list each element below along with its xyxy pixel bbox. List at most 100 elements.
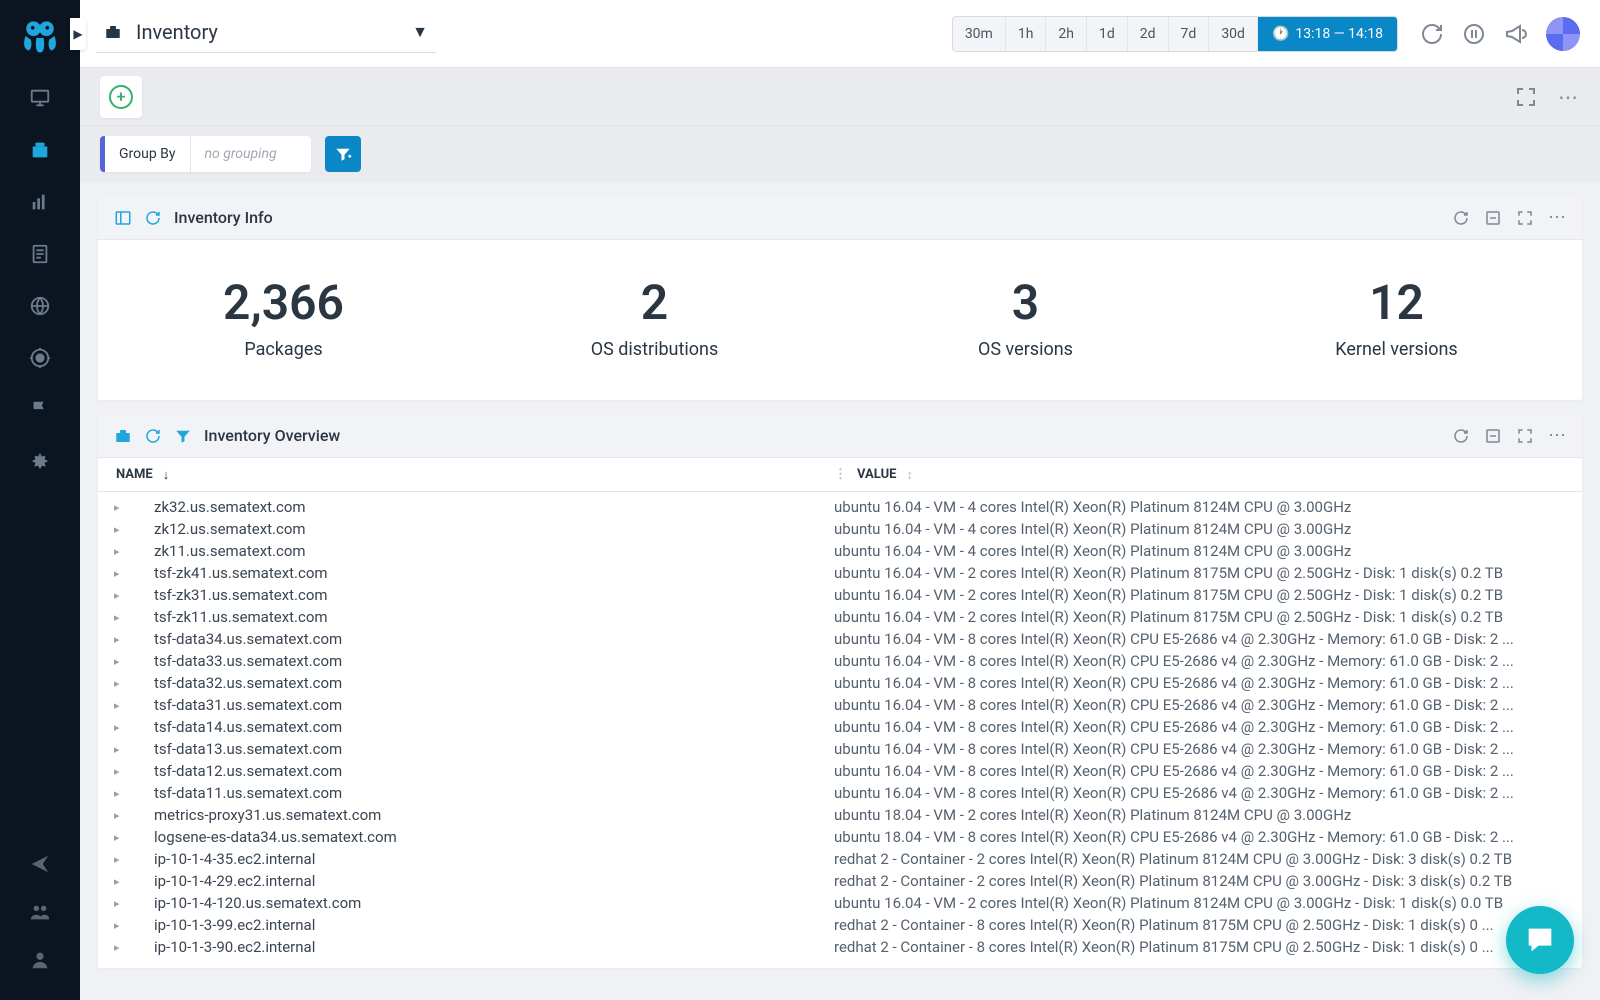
more-menu-button[interactable]: ⋯: [1556, 85, 1580, 109]
table-row[interactable]: ▸tsf-data13.us.sematext.comubuntu 16.04 …: [98, 738, 1582, 760]
announce-button[interactable]: [1504, 22, 1528, 46]
sidebar-item-alerts[interactable]: [0, 332, 80, 384]
chevron-right-icon[interactable]: ▸: [114, 897, 154, 910]
card-fullscreen-button[interactable]: [1516, 427, 1534, 445]
table-row[interactable]: ▸ip-10-1-4-35.ec2.internalredhat 2 - Con…: [98, 848, 1582, 870]
time-seg-30d[interactable]: 30d: [1209, 17, 1258, 51]
logo-icon[interactable]: [18, 14, 62, 58]
table-row[interactable]: ▸metrics-proxy31.us.sematext.comubuntu 1…: [98, 804, 1582, 826]
briefcase-icon: [104, 23, 122, 41]
chevron-right-icon[interactable]: ▸: [114, 523, 154, 536]
table-row[interactable]: ▸tsf-data11.us.sematext.comubuntu 16.04 …: [98, 782, 1582, 804]
chevron-right-icon[interactable]: ▸: [114, 677, 154, 690]
chevron-right-icon[interactable]: ▸: [114, 809, 154, 822]
chevron-right-icon[interactable]: ▸: [114, 787, 154, 800]
card-refresh-button[interactable]: [1452, 209, 1470, 227]
chevron-right-icon[interactable]: ▸: [114, 501, 154, 514]
table-row[interactable]: ▸zk12.us.sematext.comubuntu 16.04 - VM -…: [98, 518, 1582, 540]
table-row[interactable]: ▸tsf-zk31.us.sematext.comubuntu 16.04 - …: [98, 584, 1582, 606]
card-collapse-button[interactable]: [1484, 427, 1502, 445]
stat-label: Packages: [98, 339, 469, 360]
table-row[interactable]: ▸tsf-data31.us.sematext.comubuntu 16.04 …: [98, 694, 1582, 716]
avatar[interactable]: [1546, 17, 1580, 51]
column-header-name[interactable]: NAME ↓: [114, 467, 834, 483]
chevron-right-icon[interactable]: ▸: [114, 589, 154, 602]
table-row[interactable]: ▸tsf-data32.us.sematext.comubuntu 16.04 …: [98, 672, 1582, 694]
chat-launcher[interactable]: [1506, 906, 1574, 974]
sidebar-item-profile[interactable]: [0, 936, 80, 984]
chevron-right-icon[interactable]: ▸: [114, 655, 154, 668]
sidebar-item-inventory[interactable]: [0, 124, 80, 176]
table-row[interactable]: ▸ip-10-1-4-29.ec2.internalredhat 2 - Con…: [98, 870, 1582, 892]
sidebar-item-team[interactable]: [0, 888, 80, 936]
sidebar-item-send[interactable]: [0, 840, 80, 888]
time-seg-30m[interactable]: 30m: [953, 17, 1006, 51]
table-row[interactable]: ▸logsene-es-data34.us.sematext.comubuntu…: [98, 826, 1582, 848]
row-value: ubuntu 18.04 - VM - 2 cores Intel(R) Xeo…: [834, 806, 1566, 824]
refresh-small-icon[interactable]: [144, 209, 162, 227]
card-more-button[interactable]: ⋯: [1548, 209, 1566, 227]
sidebar-item-globe[interactable]: [0, 280, 80, 332]
add-filter-button[interactable]: [325, 136, 361, 172]
chevron-right-icon[interactable]: ▸: [114, 545, 154, 558]
time-seg-1h[interactable]: 1h: [1006, 17, 1047, 51]
row-name: logsene-es-data34.us.sematext.com: [154, 828, 834, 846]
add-widget-button[interactable]: +: [100, 76, 142, 118]
table-row[interactable]: ▸ip-10-1-3-99.ec2.internalredhat 2 - Con…: [98, 914, 1582, 936]
table-row[interactable]: ▸tsf-data34.us.sematext.comubuntu 16.04 …: [98, 628, 1582, 650]
row-name: tsf-data31.us.sematext.com: [154, 696, 834, 714]
chevron-right-icon[interactable]: ▸: [114, 611, 154, 624]
chevron-right-icon[interactable]: ▸: [114, 633, 154, 646]
overview-card-title: Inventory Overview: [204, 426, 340, 445]
table-row[interactable]: ▸tsf-zk11.us.sematext.comubuntu 16.04 - …: [98, 606, 1582, 628]
refresh-small-icon[interactable]: [144, 427, 162, 445]
chevron-right-icon[interactable]: ▸: [114, 567, 154, 580]
dashboard-selector[interactable]: Inventory ▼: [96, 14, 436, 53]
column-drag-icon[interactable]: ⋮: [834, 467, 847, 482]
time-seg-7d[interactable]: 7d: [1169, 17, 1210, 51]
chevron-right-icon[interactable]: ▸: [114, 875, 154, 888]
sidebar-item-logs[interactable]: [0, 228, 80, 280]
chevron-right-icon[interactable]: ▸: [114, 721, 154, 734]
table-row[interactable]: ▸ip-10-1-4-120.us.sematext.comubuntu 16.…: [98, 892, 1582, 914]
time-seg-2d[interactable]: 2d: [1128, 17, 1169, 51]
table-row[interactable]: ▸ip-10-1-3-90.ec2.internalredhat 2 - Con…: [98, 936, 1582, 958]
card-more-button[interactable]: ⋯: [1548, 427, 1566, 445]
card-refresh-button[interactable]: [1452, 427, 1470, 445]
chevron-right-icon[interactable]: ▸: [114, 941, 154, 954]
chevron-right-icon[interactable]: ▸: [114, 699, 154, 712]
card-collapse-button[interactable]: [1484, 209, 1502, 227]
sidebar-item-monitoring[interactable]: [0, 72, 80, 124]
time-range-custom[interactable]: 🕐 13:18 — 14:18: [1258, 17, 1397, 51]
chevron-right-icon[interactable]: ▸: [114, 919, 154, 932]
fullscreen-button[interactable]: [1514, 85, 1538, 109]
sidebar: ▶: [0, 0, 80, 1000]
filter-icon[interactable]: [174, 427, 192, 445]
inventory-overview-card: Inventory Overview ⋯: [98, 414, 1582, 968]
refresh-button[interactable]: [1420, 22, 1444, 46]
column-header-value[interactable]: ⋮ VALUE ↕: [834, 467, 1566, 483]
chevron-right-icon[interactable]: ▸: [114, 765, 154, 778]
row-value: ubuntu 16.04 - VM - 2 cores Intel(R) Xeo…: [834, 894, 1566, 912]
groupby-selector[interactable]: Group By no grouping: [100, 136, 311, 172]
pause-button[interactable]: [1462, 22, 1486, 46]
card-fullscreen-button[interactable]: [1516, 209, 1534, 227]
table-row[interactable]: ▸tsf-data12.us.sematext.comubuntu 16.04 …: [98, 760, 1582, 782]
sidebar-item-metrics[interactable]: [0, 176, 80, 228]
time-seg-2h[interactable]: 2h: [1046, 17, 1087, 51]
sidebar-item-plugins[interactable]: [0, 436, 80, 488]
sidebar-item-flag[interactable]: [0, 384, 80, 436]
row-name: ip-10-1-4-120.us.sematext.com: [154, 894, 834, 912]
table-row[interactable]: ▸zk32.us.sematext.comubuntu 16.04 - VM -…: [98, 496, 1582, 518]
row-value: ubuntu 16.04 - VM - 2 cores Intel(R) Xeo…: [834, 608, 1566, 626]
table-row[interactable]: ▸tsf-data14.us.sematext.comubuntu 16.04 …: [98, 716, 1582, 738]
row-name: tsf-data34.us.sematext.com: [154, 630, 834, 648]
chevron-right-icon[interactable]: ▸: [114, 831, 154, 844]
table-row[interactable]: ▸tsf-data33.us.sematext.comubuntu 16.04 …: [98, 650, 1582, 672]
chevron-right-icon[interactable]: ▸: [114, 853, 154, 866]
sidebar-expand-toggle[interactable]: ▶: [70, 18, 86, 50]
table-row[interactable]: ▸zk11.us.sematext.comubuntu 16.04 - VM -…: [98, 540, 1582, 562]
table-row[interactable]: ▸tsf-zk41.us.sematext.comubuntu 16.04 - …: [98, 562, 1582, 584]
time-seg-1d[interactable]: 1d: [1087, 17, 1128, 51]
chevron-right-icon[interactable]: ▸: [114, 743, 154, 756]
